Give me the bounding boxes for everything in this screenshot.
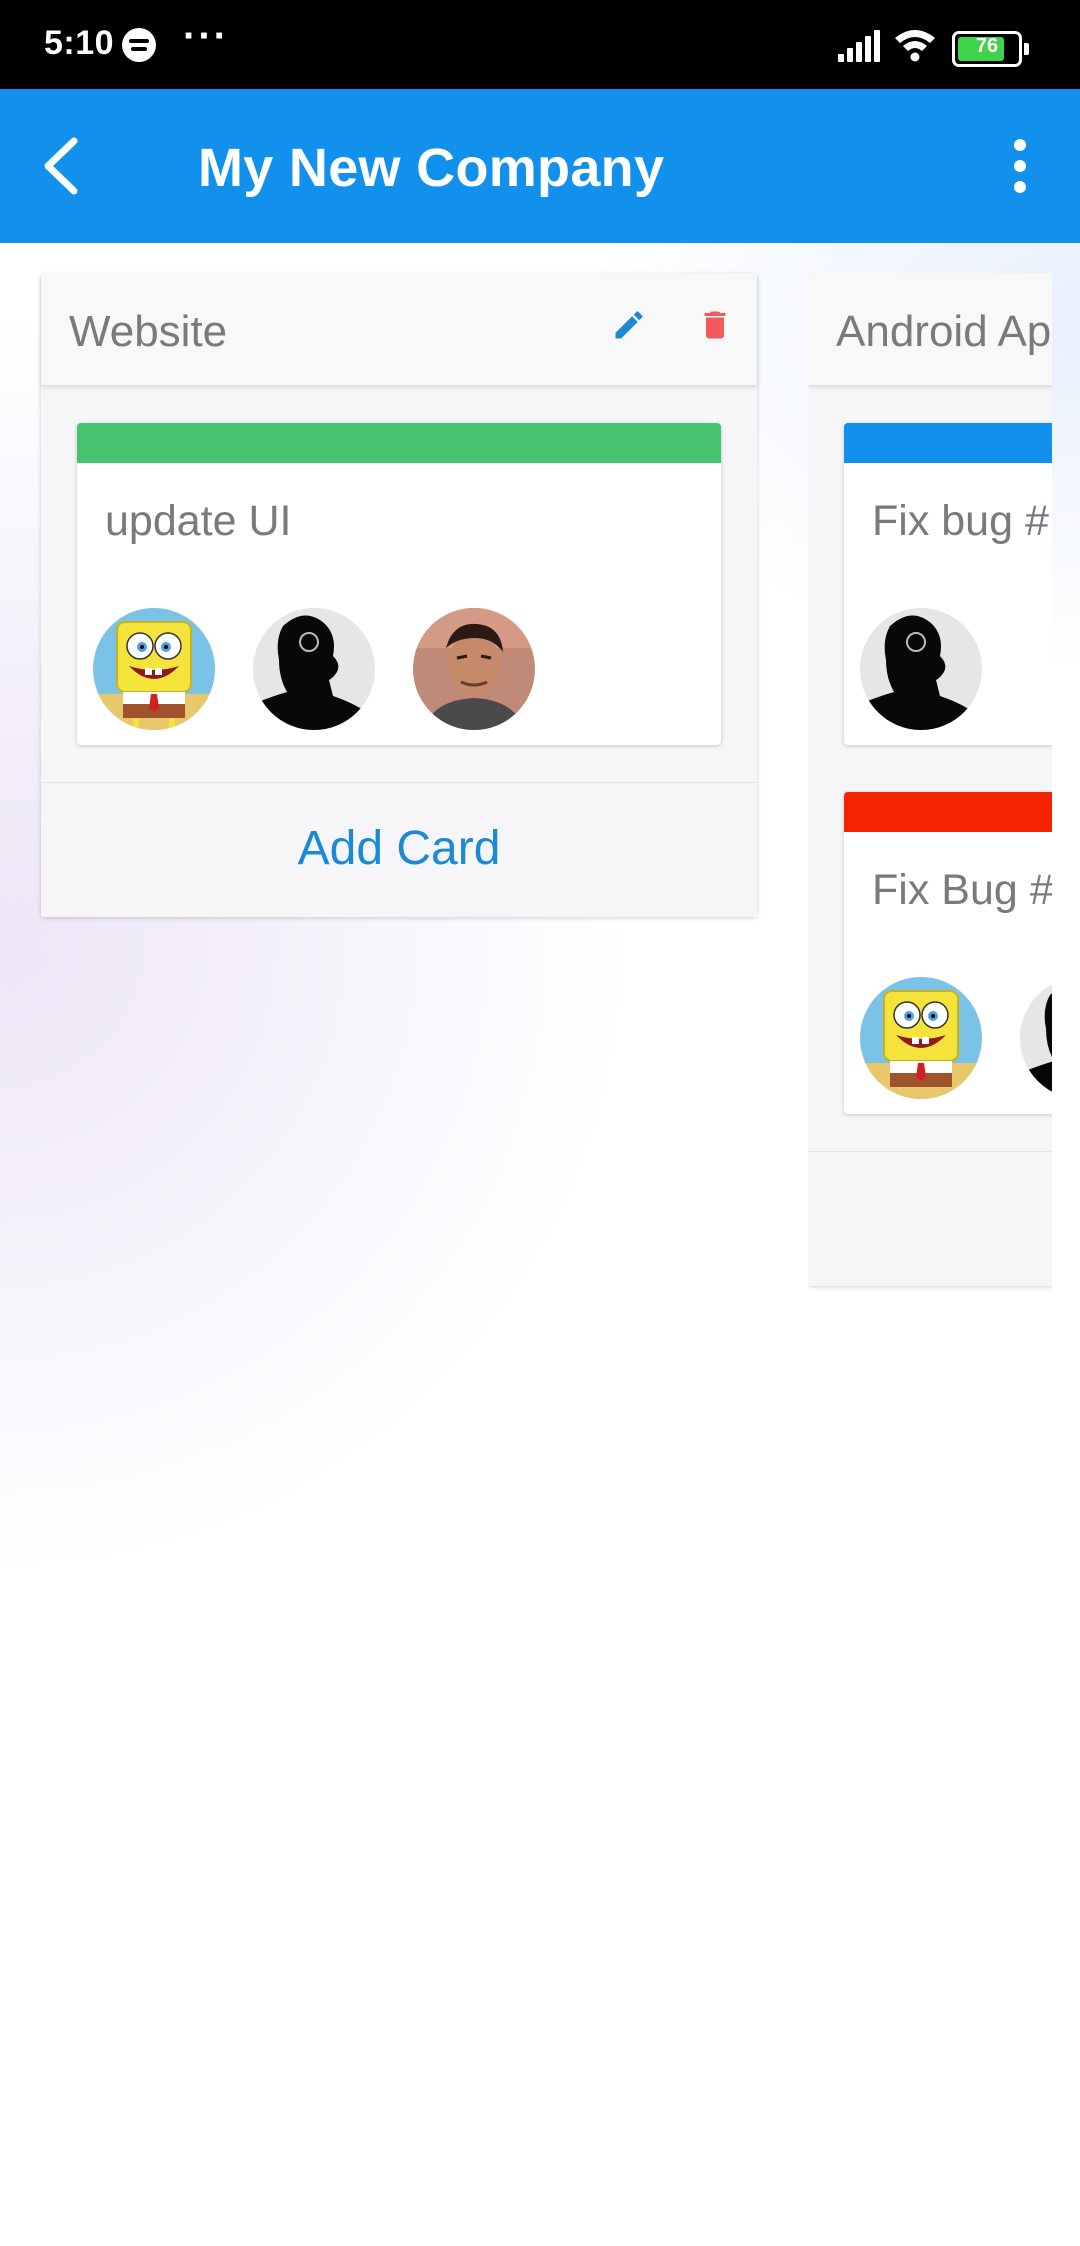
card-label-bar [844,423,1052,463]
wifi-icon [895,30,935,62]
card-title: Fix bug # [872,497,1049,545]
card-update-ui[interactable]: update UI [77,423,721,745]
card-label-bar [77,423,721,463]
card-label-bar [844,792,1052,832]
pencil-icon[interactable] [611,307,647,343]
list-header: Website [41,273,757,385]
page-title: My New Company [198,138,665,198]
list-title: Android Ap [836,307,1052,356]
status-bar: 5:10 ··· 76 [0,0,1080,89]
battery-level: 76 [975,35,999,57]
add-card-area [808,1151,1052,1286]
photo-avatar [413,608,535,730]
card-title: update UI [105,497,292,545]
card-title: Fix Bug # [872,866,1052,914]
app-bar: My New Company [0,89,1080,243]
list-website: Website update UI Add Card [41,273,757,917]
more-notifications-icon: ··· [183,14,229,58]
silhouette-avatar [860,608,982,730]
silhouette-avatar [1020,977,1052,1099]
silhouette-avatar [253,608,375,730]
add-card-button[interactable]: Add Card [41,821,757,876]
trash-icon[interactable] [697,307,733,343]
more-vert-icon[interactable] [996,135,1044,197]
card-fix-bug-2[interactable]: Fix Bug # [844,792,1052,1114]
list-title: Website [69,307,228,356]
back-arrow-icon[interactable] [36,133,96,199]
spotify-icon [122,28,156,62]
spongebob-avatar [860,977,982,1099]
signal-icon [838,30,882,62]
add-card-area: Add Card [41,782,757,917]
list-header: Android Ap [808,273,1052,385]
card-fix-bug-1[interactable]: Fix bug # [844,423,1052,745]
status-time: 5:10 [44,24,115,62]
list-android: Android Ap Fix bug # Fix Bug # [808,273,1052,1286]
battery-icon: 76 [952,31,1029,67]
spongebob-avatar [93,608,215,730]
list-android-clip: Android Ap Fix bug # Fix Bug # [808,273,1052,1293]
